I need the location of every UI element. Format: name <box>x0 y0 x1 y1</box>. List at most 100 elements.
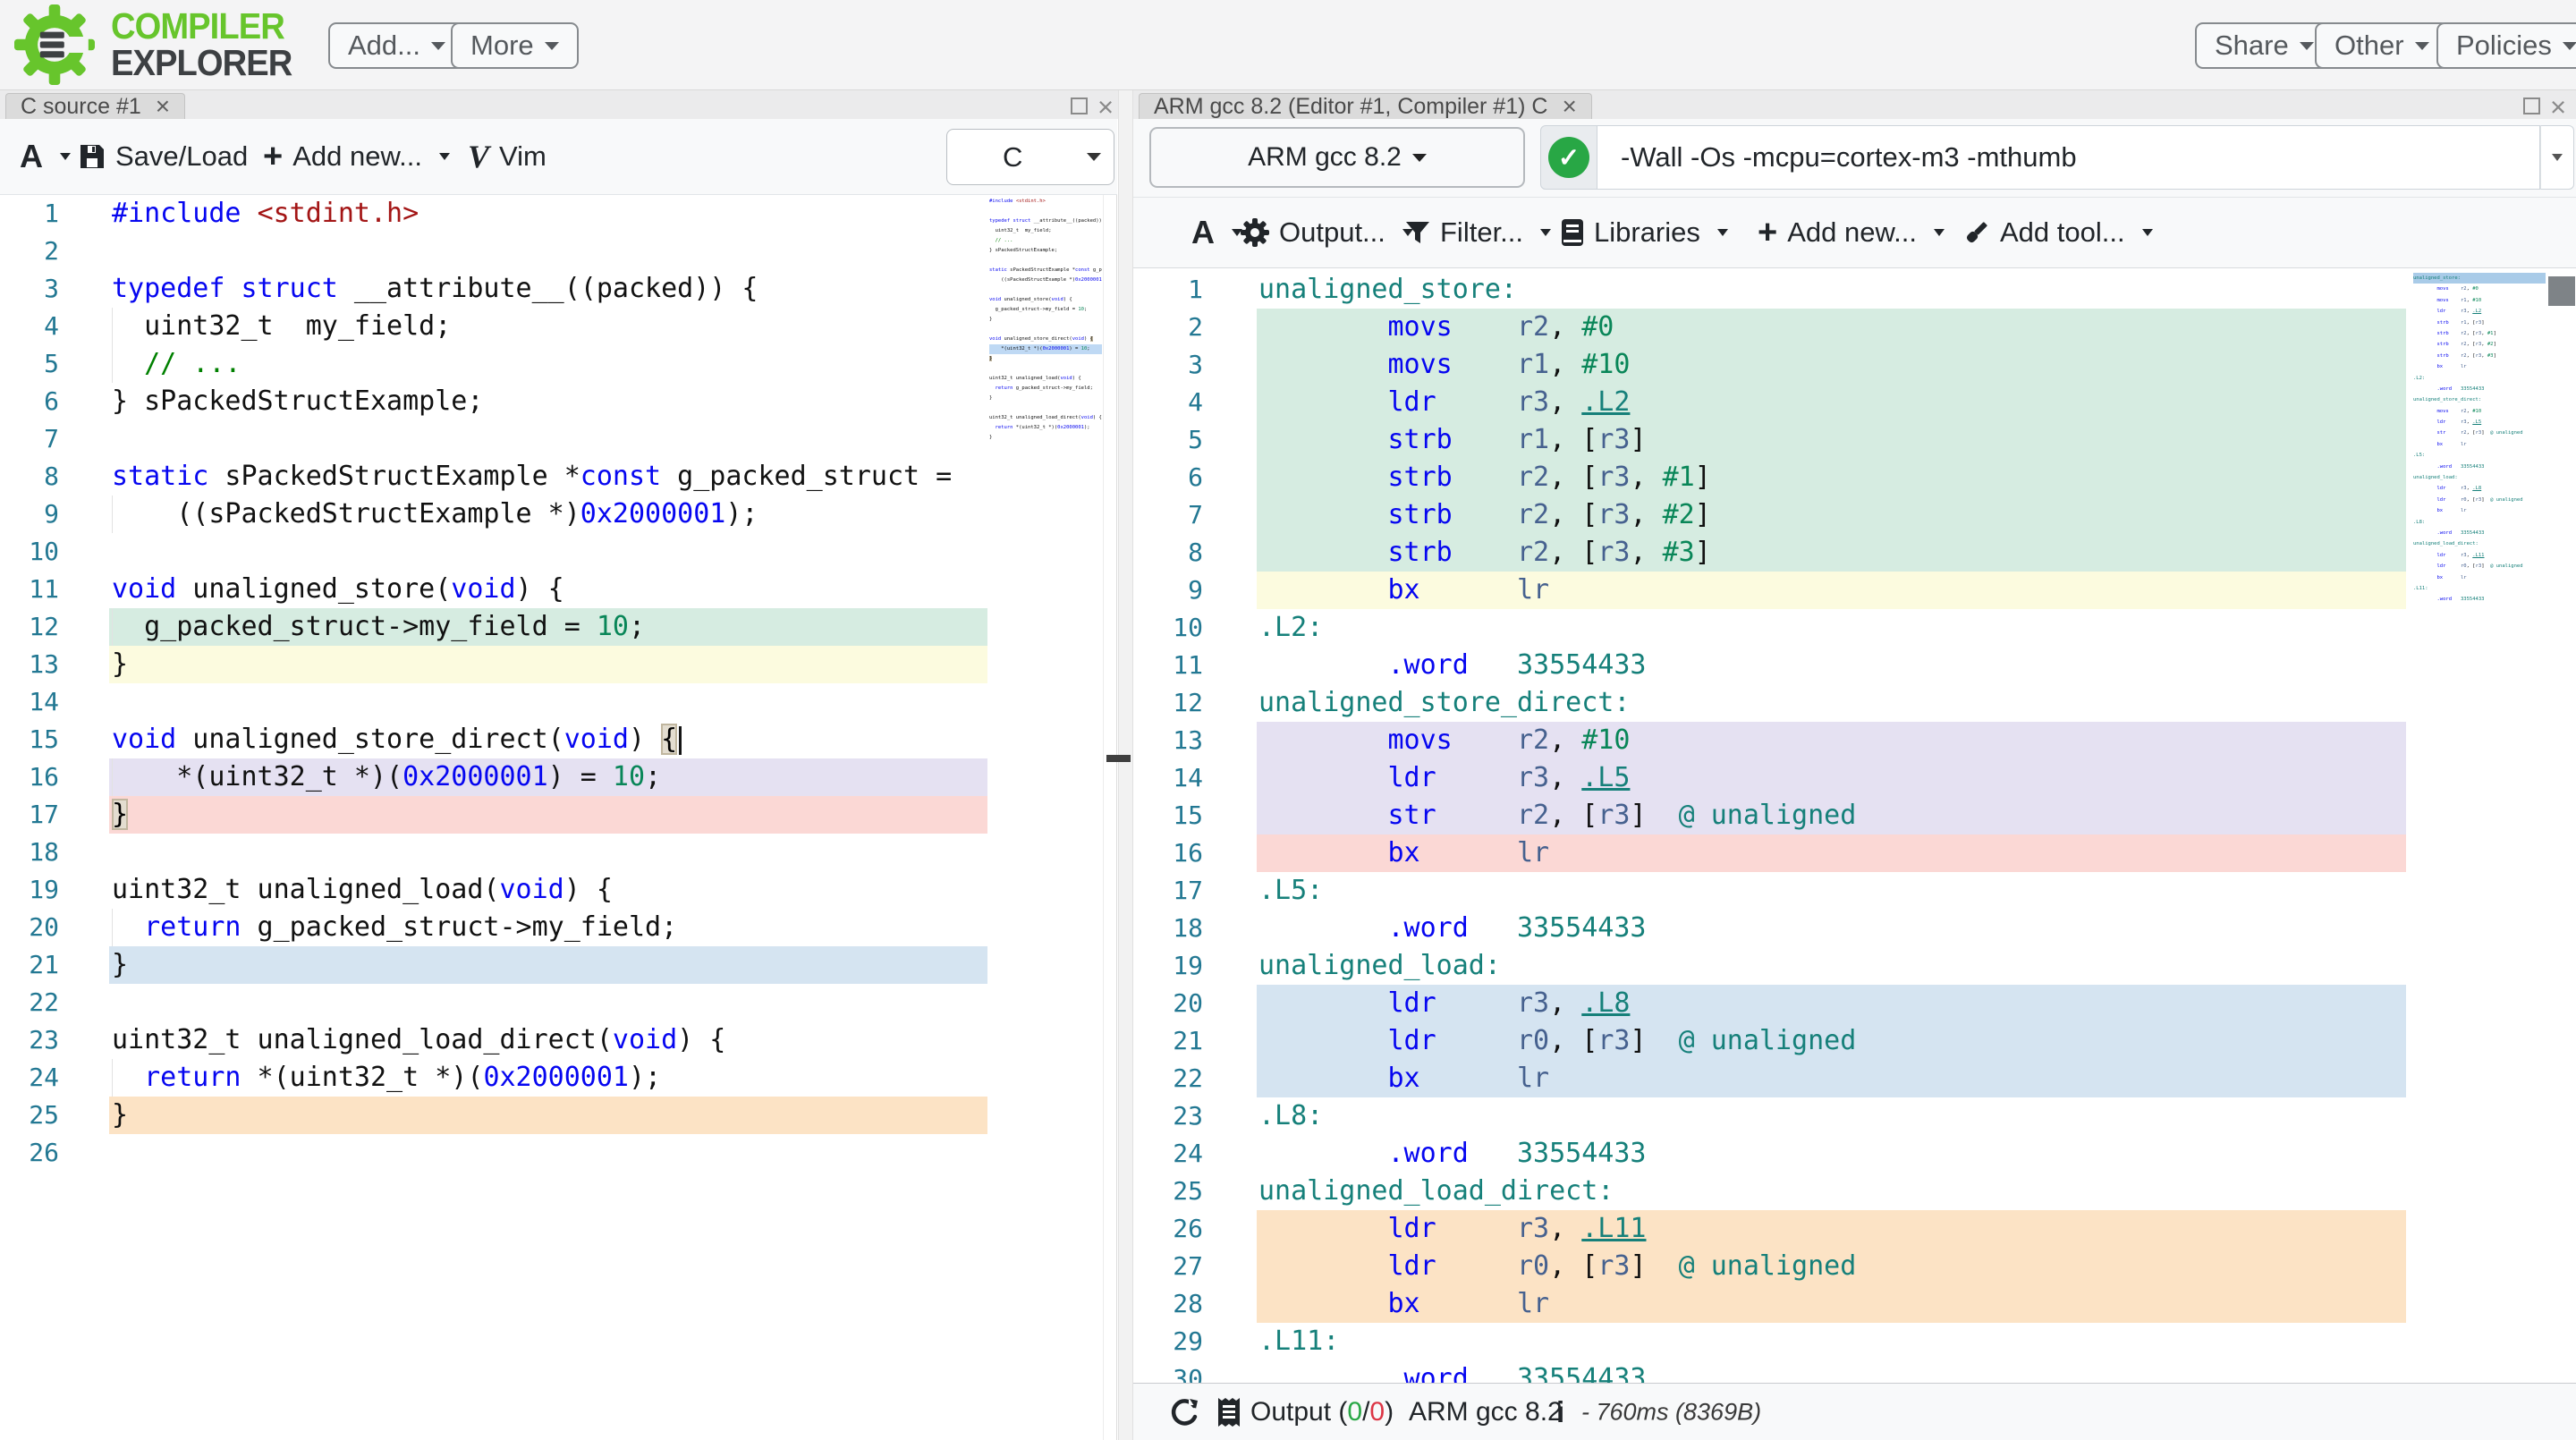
asm-line-11[interactable]: 11 .word 33554433 <box>1133 647 2576 684</box>
save-load-button[interactable]: Save/Load <box>79 119 248 194</box>
filter-menu-button[interactable]: Filter... <box>1405 198 1551 267</box>
output-menu-button[interactable]: Output... <box>1241 198 1413 267</box>
add-new-button[interactable]: + Add new... <box>1758 198 1945 267</box>
source-line-10[interactable]: 10 <box>0 533 1116 571</box>
source-line-24[interactable]: 24 return *(uint32_t *)(0x2000001); <box>0 1059 1116 1097</box>
asm-line-2[interactable]: 2 movs r2, #0 <box>1133 309 2576 346</box>
add-menu-button[interactable]: Add... <box>328 22 465 69</box>
asm-line-3[interactable]: 3 movs r1, #10 <box>1133 346 2576 384</box>
pane-splitter[interactable] <box>1118 90 1133 1440</box>
source-line-21[interactable]: 21} <box>0 946 1116 984</box>
asm-line-21[interactable]: 21 ldr r0, [r3] @ unaligned <box>1133 1022 2576 1060</box>
asm-line-20[interactable]: 20 ldr r3, .L8 <box>1133 985 2576 1022</box>
source-line-16[interactable]: 16 *(uint32_t *)(0x2000001) = 10; <box>0 758 1116 796</box>
options-dropdown-button[interactable] <box>2540 125 2574 190</box>
close-tab-icon[interactable]: × <box>1562 97 1576 115</box>
compiler-select[interactable]: ARM gcc 8.2 <box>1149 127 1525 188</box>
source-line-20[interactable]: 20 return g_packed_struct->my_field; <box>0 909 1116 946</box>
asm-line-13[interactable]: 13 movs r2, #10 <box>1133 722 2576 759</box>
asm-line-17[interactable]: 17.L5: <box>1133 872 2576 910</box>
source-line-11[interactable]: 11void unaligned_store(void) { <box>0 571 1116 608</box>
splitter-drag-handle[interactable] <box>1106 755 1131 762</box>
source-minimap[interactable]: #include <stdint.h>typedef struct __attr… <box>989 197 1102 458</box>
line-number: 19 <box>1133 947 1203 985</box>
logo-wordmark[interactable]: COMPILER EXPLORER <box>111 8 292 81</box>
asm-editor[interactable]: 1unaligned_store:2 movs r2, #03 movs r1,… <box>1133 268 2576 1383</box>
asm-line-24[interactable]: 24 .word 33554433 <box>1133 1135 2576 1173</box>
tab-compiler[interactable]: ARM gcc 8.2 (Editor #1, Compiler #1) C × <box>1139 93 1592 119</box>
asm-line-27[interactable]: 27 ldr r0, [r3] @ unaligned <box>1133 1248 2576 1285</box>
asm-scrollbar-thumb[interactable] <box>2548 276 2575 306</box>
source-line-1[interactable]: 1#include <stdint.h> <box>0 195 1116 233</box>
source-line-5[interactable]: 5 // ... <box>0 345 1116 383</box>
policies-button[interactable]: Policies <box>2436 22 2576 69</box>
source-line-9[interactable]: 9 ((sPackedStructExample *)0x2000001); <box>0 496 1116 533</box>
source-line-7[interactable]: 7 <box>0 420 1116 458</box>
compiler-info-icon[interactable]: i <box>1556 1395 1564 1429</box>
font-size-button[interactable]: A <box>20 119 71 194</box>
asm-line-26[interactable]: 26 ldr r3, .L11 <box>1133 1210 2576 1248</box>
asm-line-1[interactable]: 1unaligned_store: <box>1133 271 2576 309</box>
vim-toggle-button[interactable]: V Vim <box>468 119 547 194</box>
asm-line-6[interactable]: 6 strb r2, [r3, #1] <box>1133 459 2576 496</box>
source-line-12[interactable]: 12 g_packed_struct->my_field = 10; <box>0 608 1116 646</box>
source-scrollbar[interactable] <box>1103 195 1117 1440</box>
language-select[interactable]: C <box>946 129 1114 185</box>
asm-line-25[interactable]: 25unaligned_load_direct: <box>1133 1173 2576 1210</box>
output-toggle[interactable] <box>1216 1397 1241 1427</box>
source-line-13[interactable]: 13} <box>0 646 1116 683</box>
asm-line-14[interactable]: 14 ldr r3, .L5 <box>1133 759 2576 797</box>
line-content: void unaligned_store(void) { <box>109 571 987 608</box>
asm-line-23[interactable]: 23.L8: <box>1133 1097 2576 1135</box>
tab-c-source[interactable]: C source #1 × <box>5 93 185 119</box>
source-line-17[interactable]: 17} <box>0 796 1116 834</box>
other-menu-button[interactable]: Other <box>2315 22 2449 69</box>
asm-line-12[interactable]: 12unaligned_store_direct: <box>1133 684 2576 722</box>
asm-line-4[interactable]: 4 ldr r3, .L2 <box>1133 384 2576 421</box>
font-size-button[interactable]: A <box>1191 198 1242 267</box>
maximize-pane-icon[interactable] <box>1071 97 1088 114</box>
recompile-button[interactable] <box>1169 1396 1201 1428</box>
line-number: 22 <box>1133 1060 1203 1097</box>
source-line-15[interactable]: 15void unaligned_store_direct(void) { <box>0 721 1116 758</box>
asm-line-9[interactable]: 9 bx lr <box>1133 572 2576 609</box>
asm-line-10[interactable]: 10.L2: <box>1133 609 2576 647</box>
minimap-line: strb r1, [r3] <box>2413 318 2546 328</box>
compiler-options-input[interactable]: -Wall -Os -mcpu=cortex-m3 -mthumb <box>1597 125 2540 190</box>
source-line-2[interactable]: 2 <box>0 233 1116 270</box>
close-tab-icon[interactable]: × <box>156 97 170 115</box>
source-line-3[interactable]: 3typedef struct __attribute__((packed)) … <box>0 270 1116 308</box>
source-line-6[interactable]: 6} sPackedStructExample; <box>0 383 1116 420</box>
add-tool-button[interactable]: Add tool... <box>1963 198 2153 267</box>
libraries-button[interactable]: Libraries <box>1561 198 1728 267</box>
add-new-button[interactable]: + Add new... <box>263 119 450 194</box>
asm-line-15[interactable]: 15 str r2, [r3] @ unaligned <box>1133 797 2576 834</box>
asm-line-8[interactable]: 8 strb r2, [r3, #3] <box>1133 534 2576 572</box>
asm-line-16[interactable]: 16 bx lr <box>1133 834 2576 872</box>
source-line-23[interactable]: 23uint32_t unaligned_load_direct(void) { <box>0 1021 1116 1059</box>
source-line-19[interactable]: 19uint32_t unaligned_load(void) { <box>0 871 1116 909</box>
asm-line-18[interactable]: 18 .word 33554433 <box>1133 910 2576 947</box>
output-counts[interactable]: Output (0/0) <box>1250 1397 1394 1427</box>
asm-line-22[interactable]: 22 bx lr <box>1133 1060 2576 1097</box>
line-number: 30 <box>1133 1360 1203 1383</box>
book-icon <box>1561 218 1584 247</box>
source-line-22[interactable]: 22 <box>0 984 1116 1021</box>
asm-line-28[interactable]: 28 bx lr <box>1133 1285 2576 1323</box>
source-line-14[interactable]: 14 <box>0 683 1116 721</box>
share-button[interactable]: Share <box>2195 22 2334 69</box>
asm-minimap[interactable]: unaligned_store: movs r2, #0 movs r1, #1… <box>2413 273 2546 609</box>
maximize-pane-icon[interactable] <box>2523 97 2540 114</box>
asm-line-19[interactable]: 19unaligned_load: <box>1133 947 2576 985</box>
asm-line-30[interactable]: 30 .word 33554433 <box>1133 1360 2576 1383</box>
source-line-26[interactable]: 26 <box>0 1134 1116 1172</box>
asm-line-7[interactable]: 7 strb r2, [r3, #2] <box>1133 496 2576 534</box>
source-line-8[interactable]: 8static sPackedStructExample *const g_pa… <box>0 458 1116 496</box>
more-menu-button[interactable]: More <box>451 22 579 69</box>
source-editor[interactable]: 1#include <stdint.h>23typedef struct __a… <box>0 195 1117 1440</box>
asm-line-5[interactable]: 5 strb r1, [r3] <box>1133 421 2576 459</box>
source-line-25[interactable]: 25} <box>0 1097 1116 1134</box>
source-line-18[interactable]: 18 <box>0 834 1116 871</box>
source-line-4[interactable]: 4 uint32_t my_field; <box>0 308 1116 345</box>
asm-line-29[interactable]: 29.L11: <box>1133 1323 2576 1360</box>
